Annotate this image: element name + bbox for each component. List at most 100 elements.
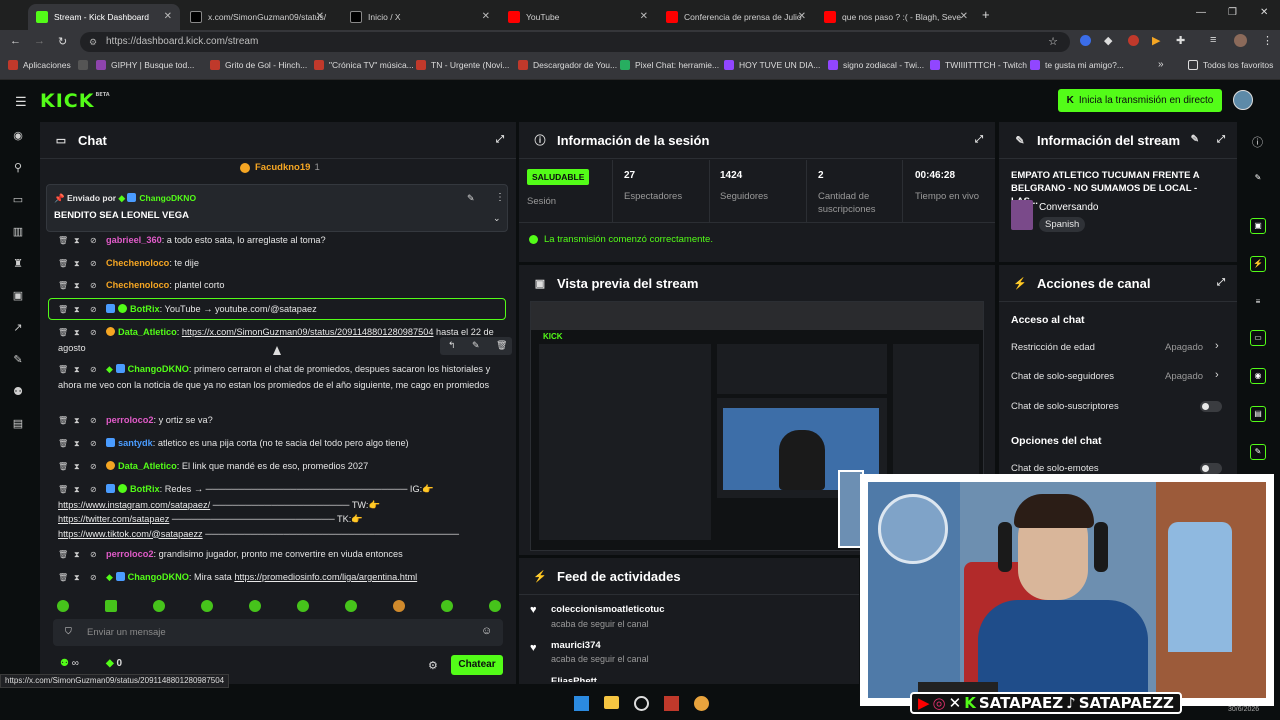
library-icon[interactable]: ▥ [12,226,24,238]
link-icon[interactable]: ⚲ [12,162,24,174]
trash-icon[interactable]: 🗑 [58,363,68,378]
more-options-icon[interactable]: ⋮ [495,192,505,203]
tab-youtube[interactable]: YouTube ✕ [500,4,656,30]
windows-start-icon[interactable] [574,696,589,711]
ban-icon[interactable]: ⊘ [90,414,98,429]
window-icon[interactable]: ▭ [12,194,24,206]
bookmark-grito[interactable]: Grito de Gol - Hinch... [210,60,307,70]
go-live-button[interactable]: K Inicia la transmisión en directo [1058,89,1222,112]
user-avatar[interactable] [1233,90,1253,110]
emote[interactable] [297,600,309,612]
trophy-icon[interactable]: ♜ [12,258,24,270]
extension-icon[interactable] [1128,35,1139,46]
chat-username[interactable]: BotRix [130,304,160,314]
feed-username[interactable]: coleccionismoatleticotuc [551,604,665,615]
profile-avatar[interactable] [1234,34,1247,47]
ban-icon[interactable]: ⊘ [90,437,98,452]
ban-icon[interactable]: ⊘ [90,548,98,563]
chat-message[interactable]: 🗑 ⧗ ⊘ Chechenoloco: te dije [58,256,503,272]
emote[interactable] [249,600,261,612]
bookmark-descargador[interactable]: Descargador de You... [518,60,617,70]
bolt-icon[interactable]: ⚡ [1250,256,1266,272]
analytics-icon[interactable]: ↗ [12,322,24,334]
delete-icon[interactable]: 🗑 [496,340,507,351]
bookmark-te-gusta[interactable]: te gusta mi amigo?... [1030,60,1124,70]
ban-icon[interactable]: ⊘ [90,460,98,475]
timeout-icon[interactable]: ⧗ [74,303,82,318]
feed-username[interactable]: maurici374 [551,640,601,651]
chat-username[interactable]: Data_Atletico [118,327,177,337]
back-icon[interactable]: ← [10,35,21,47]
chat-message[interactable]: 🗑 ⧗ ⊘ perroloco2: y ortiz se va? [58,413,503,429]
ban-icon[interactable]: ⊘ [90,279,98,294]
app-icon[interactable] [634,696,649,711]
ban-icon[interactable]: ⊘ [90,257,98,272]
tab-x-home[interactable]: Inicio / X ✕ [342,4,498,30]
edit-icon[interactable]: ✎ [1191,134,1199,145]
trash-icon[interactable]: 🗑 [58,234,68,249]
bookmark-all-favorites[interactable]: Todos los favoritos [1188,60,1273,70]
close-icon[interactable]: ✕ [640,11,648,22]
bookmark-star-icon[interactable]: ☆ [1048,32,1058,52]
info-icon[interactable]: ⓘ [1252,134,1263,150]
chat-message[interactable]: 🗑 ⧗ ⊘ BotRix: Redes → ─────────────────────… [58,482,503,540]
pin-icon[interactable]: ✎ [472,340,480,351]
wallet-icon[interactable]: ▤ [12,418,24,430]
home-icon[interactable]: ◉ [12,130,24,142]
close-icon[interactable]: ✕ [316,11,324,22]
video-icon[interactable]: ▣ [12,290,24,302]
timeout-icon[interactable]: ⧗ [74,460,82,475]
ban-icon[interactable]: ⊘ [90,571,98,586]
trash-icon[interactable]: 🗑 [58,279,68,294]
chat-message[interactable]: 🗑 ⧗ ⊘ Chechenoloco: plantel corto [58,278,503,294]
card-icon[interactable]: ▤ [1250,406,1266,422]
chat-username[interactable]: Chechenoloco [106,258,169,268]
record-icon[interactable]: ◉ [1250,368,1266,384]
chat-username[interactable]: Data_Atletico [118,461,177,471]
bookmark-tn[interactable]: TN - Urgente (Novi... [416,60,509,70]
expand-icon[interactable]: ⤢ [975,134,983,145]
close-icon[interactable]: ✕ [798,11,806,22]
ban-icon[interactable]: ⊘ [90,303,98,318]
close-window-icon[interactable]: ✕ [1260,7,1268,18]
bookmark-twitch[interactable]: TWIIIITTTCH - Twitch [930,60,1027,70]
chat-message[interactable]: 🗑 ⧗ ⊘ perroloco2: grandisimo jugador, pront… [58,547,503,563]
expand-icon[interactable]: ⤢ [1217,277,1225,288]
chat-username[interactable]: perroloco2 [106,549,153,559]
followers-only-value[interactable]: Apagado [1165,371,1203,382]
chat-message[interactable]: 🗑 ⧗ ⊘ gabrieel_360: a todo esto sata, lo ar… [58,233,503,249]
timeout-icon[interactable]: ⧗ [74,437,82,452]
reply-icon[interactable]: ↰ [448,340,456,351]
community-icon[interactable]: ⚉ [12,386,24,398]
timeout-icon[interactable]: ⧗ [74,279,82,294]
close-icon[interactable]: ✕ [164,11,172,22]
chat-link[interactable]: https://x.com/SimonGuzman09/status/20911… [182,327,434,337]
tab-conferencia[interactable]: Conferencia de prensa de Julio ✕ [658,4,814,30]
expand-icon[interactable]: ⤢ [496,134,504,145]
chat-username[interactable]: Chechenoloco [106,280,169,290]
chat-username[interactable]: BotRix [130,484,160,494]
chevron-down-icon[interactable]: ⌄ [493,213,501,224]
chat-send-button[interactable]: Chatear [451,655,503,675]
chat-message[interactable]: 🗑 ⧗ ⊘ BotRix: YouTube → youtube.com/@satapa… [58,302,503,318]
chat-message[interactable]: 🗑 ⧗ ⊘ Data_Atletico: El link que mandé es d… [58,459,503,475]
bookmark-hoy[interactable]: HOY TUVE UN DIA... [724,60,820,70]
emote[interactable] [57,600,69,612]
chat-message[interactable]: 🗑 ⧗ ⊘ ◆ ChangoDKNO: Mira sata https://prome… [58,570,503,586]
tab-kick-dashboard[interactable]: Stream - Kick Dashboard ✕ [28,4,180,30]
bookmark-cronica[interactable]: "Crónica TV" música... [314,60,414,70]
url-field[interactable]: ⚙ https://dashboard.kick.com/stream ☆ [80,32,1070,52]
chat-message[interactable]: 🗑 ⧗ ⊘ santydk: atletico es una pija corta (… [58,436,503,452]
pinned-message[interactable]: 📌 Enviado por ◆ ChangoDKNO BENDITO SEA L… [46,184,508,232]
timeout-icon[interactable]: ⧗ [74,414,82,429]
extension-icon[interactable]: ◆ [1104,34,1112,47]
wrench-icon[interactable]: ✎ [1250,444,1266,460]
minimize-icon[interactable]: — [1196,7,1206,18]
subscribers-only-toggle[interactable] [1200,401,1222,412]
ban-icon[interactable]: ⊘ [90,483,98,498]
chat-username[interactable]: santydk [118,438,153,448]
chat-link[interactable]: https://promediosinfo.com/liga/argentina… [234,572,417,582]
emotes-only-toggle[interactable] [1200,463,1222,474]
forward-icon[interactable]: → [34,35,45,47]
unpin-icon[interactable]: ✎ [467,193,475,204]
